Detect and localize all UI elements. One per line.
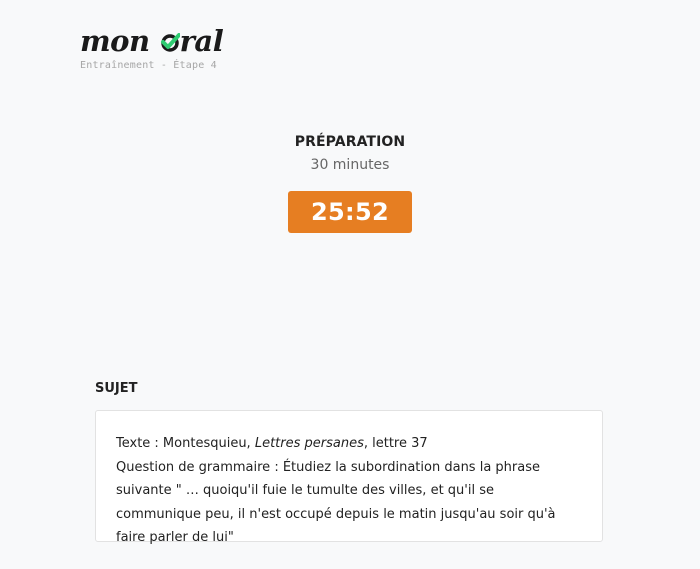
phase-title: PRÉPARATION [294,134,406,150]
subject-heading: SUJET [95,381,138,396]
logo-word-ral: ral [179,24,224,58]
subject-question: Question de grammaire : Étudiez la subor… [116,459,556,546]
header-subtitle: Entraînement - Étape 4 [80,60,217,71]
logo-word-mon: mon [80,24,150,58]
subject-box: Texte : Montesquieu, Lettres persanes, l… [95,410,603,545]
subject-text-line: Texte : Montesquieu, Lettres persanes, l… [116,436,428,451]
timer-section: PRÉPARATION 30 minutes 25:52 [0,132,700,233]
work-title: Lettres persanes [254,436,364,451]
logo-check-icon [160,33,180,53]
page: mon ral Entraînement - Étape 4 PRÉPARATI… [0,0,700,569]
countdown-timer: 25:52 [288,191,412,233]
phase-duration: 30 minutes [310,157,390,173]
logo: mon ral [80,22,224,58]
